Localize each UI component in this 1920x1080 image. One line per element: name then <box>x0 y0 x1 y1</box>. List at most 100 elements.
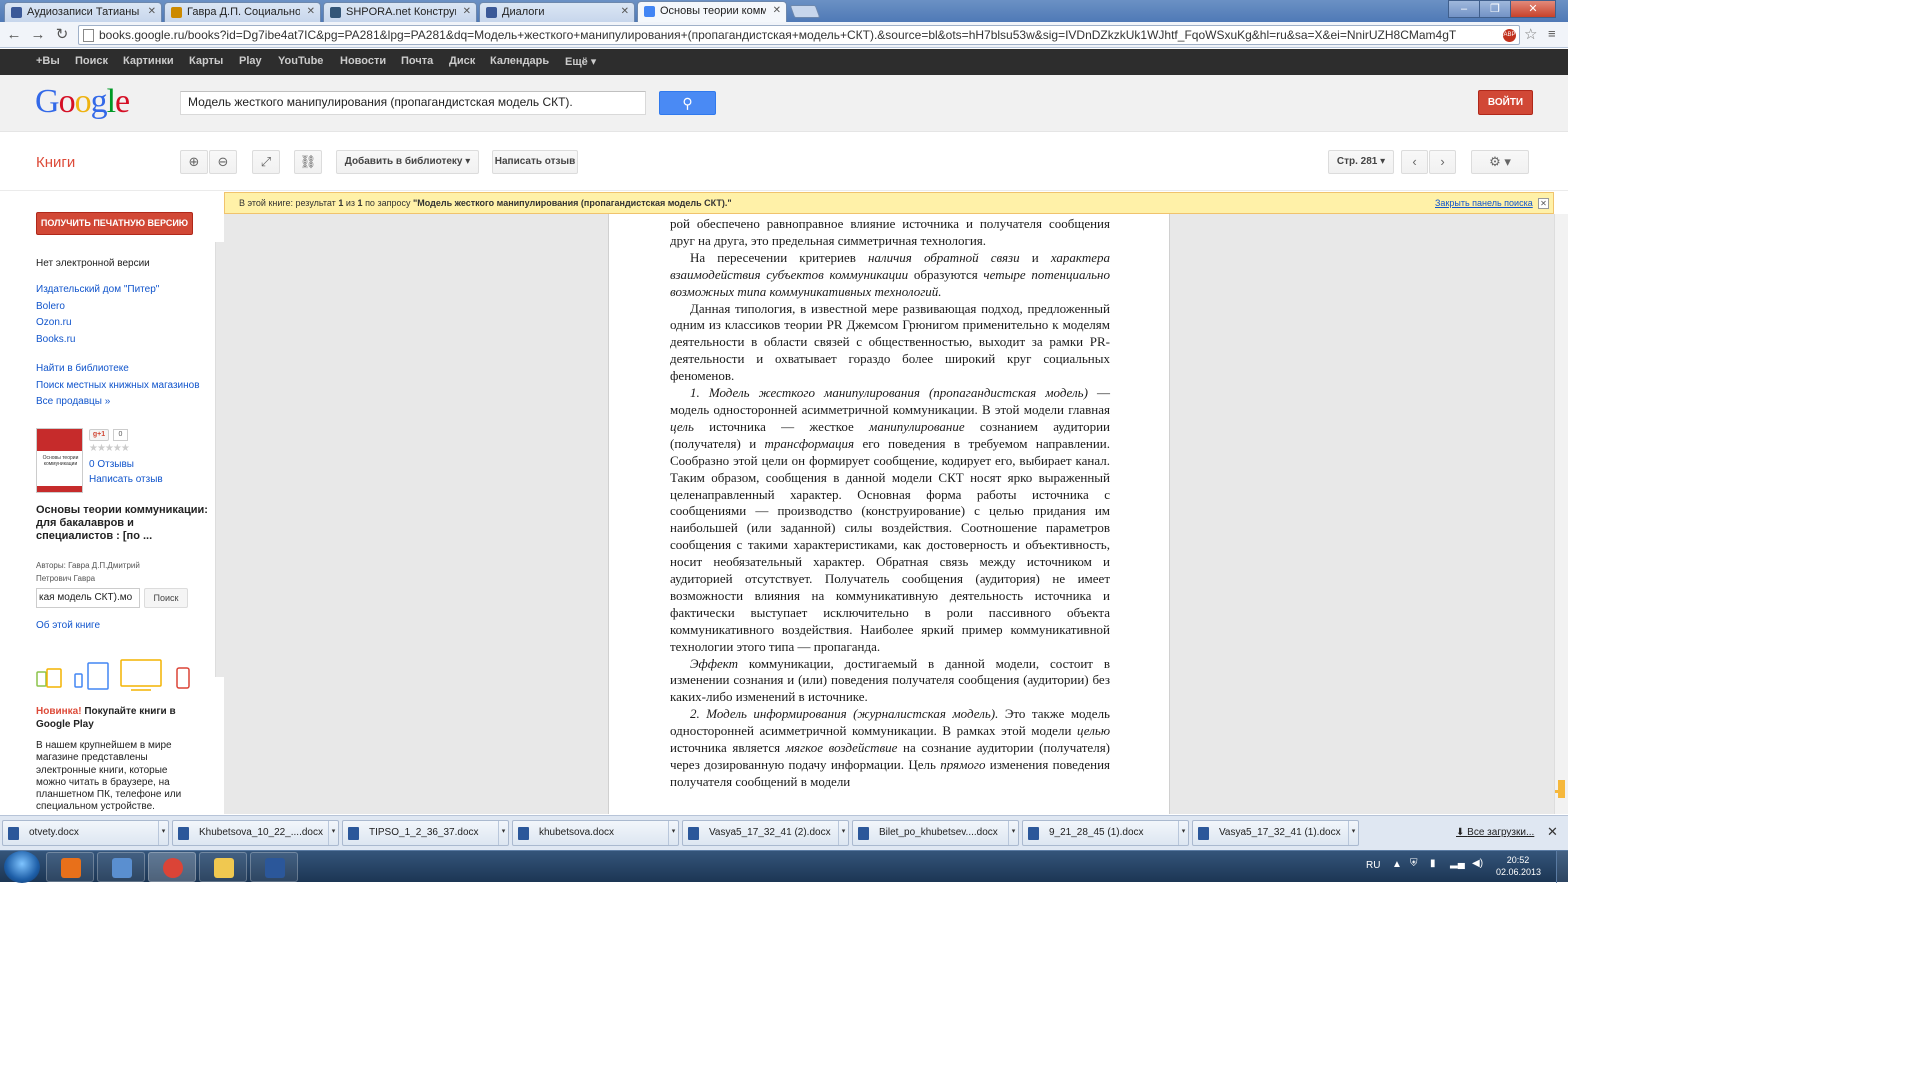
download-item[interactable]: 9_21_28_45 (1).docx ▾ <box>1022 820 1189 846</box>
tab-close-icon[interactable]: ✕ <box>773 2 781 20</box>
signin-button[interactable]: ВОЙТИ <box>1478 90 1533 115</box>
all-downloads-link[interactable]: ⬇ Все загрузки... <box>1456 827 1534 838</box>
taskbar-app-program[interactable] <box>97 852 145 882</box>
network-icon[interactable]: ▮ <box>1430 858 1436 869</box>
new-tab-button[interactable] <box>789 5 821 18</box>
gbar-item[interactable]: +Вы <box>36 55 60 67</box>
search-input[interactable]: Модель жесткого манипулирования (пропага… <box>180 91 646 115</box>
download-item[interactable]: Vasya5_17_32_41 (2).docx ▾ <box>682 820 849 846</box>
download-item[interactable]: Bilet_po_khubetsev....docx ▾ <box>852 820 1019 846</box>
add-to-library-button[interactable]: Добавить в библиотеку ▾ <box>336 150 479 174</box>
gbar-item[interactable]: Картинки <box>123 55 174 67</box>
tab-close-icon[interactable]: ✕ <box>307 3 315 21</box>
adblock-icon[interactable]: ABP <box>1503 29 1516 42</box>
browser-tab[interactable]: SHPORA.net Конструктор ✕ <box>323 2 477 22</box>
write-review-link[interactable]: Написать отзыв <box>89 474 163 485</box>
tab-close-icon[interactable]: ✕ <box>621 3 629 21</box>
address-bar[interactable]: books.google.ru/books?id=Dg7ibe4at7IC&pg… <box>78 25 1520 45</box>
close-window-button[interactable]: ✕ <box>1510 0 1556 18</box>
library-link[interactable]: Поиск местных книжных магазинов <box>36 380 200 391</box>
gbar-item[interactable]: Ещё ▾ <box>565 55 596 68</box>
in-book-search-button[interactable]: Поиск <box>144 588 188 608</box>
browser-tab[interactable]: Основы теории коммуни ✕ <box>637 1 787 22</box>
page-select[interactable]: Стр. 281 ▾ <box>1328 150 1394 174</box>
taskbar-app-word[interactable] <box>250 852 298 882</box>
maximize-button[interactable]: ❐ <box>1479 0 1511 18</box>
back-icon[interactable]: ← <box>4 25 24 45</box>
download-item[interactable]: Khubetsova_10_22_....docx ▾ <box>172 820 339 846</box>
write-review-button[interactable]: Написать отзыв <box>492 150 578 174</box>
bookmark-star-icon[interactable]: ☆ <box>1524 25 1537 43</box>
taskbar-app-media-player[interactable] <box>46 852 94 882</box>
sidebar-scrollbar[interactable] <box>215 242 224 677</box>
antivirus-icon[interactable]: ⛨ <box>1410 858 1418 869</box>
gbar-item[interactable]: Календарь <box>490 55 549 67</box>
download-menu-icon[interactable]: ▾ <box>1178 821 1188 845</box>
download-item[interactable]: TIPSO_1_2_36_37.docx ▾ <box>342 820 509 846</box>
download-item[interactable]: Vasya5_17_32_41 (1).docx ▾ <box>1192 820 1359 846</box>
taskbar-app-chrome[interactable] <box>148 852 196 882</box>
close-search-panel-link[interactable]: Закрыть панель поиска <box>1435 193 1533 213</box>
about-book-link[interactable]: Об этой книге <box>36 620 100 631</box>
download-menu-icon[interactable]: ▾ <box>328 821 338 845</box>
gbar-item[interactable]: Карты <box>189 55 223 67</box>
download-menu-icon[interactable]: ▾ <box>498 821 508 845</box>
google-play-promo[interactable]: Новинка! Покупайте книги в Google Play <box>36 705 208 731</box>
tab-close-icon[interactable]: ✕ <box>148 3 156 21</box>
zoom-in-icon[interactable]: ⊕ <box>180 150 208 174</box>
download-item[interactable]: otvety.docx ▾ <box>2 820 169 846</box>
seller-link[interactable]: Издательский дом "Питер" <box>36 284 159 295</box>
clock[interactable]: 20:52 02.06.2013 <box>1496 854 1541 878</box>
library-link[interactable]: Все продавцы » <box>36 396 110 407</box>
taskbar-app-explorer[interactable] <box>199 852 247 882</box>
forward-icon[interactable]: → <box>28 25 48 45</box>
library-link[interactable]: Найти в библиотеке <box>36 363 129 374</box>
settings-gear-icon[interactable]: ⚙ ▾ <box>1471 150 1529 174</box>
start-button[interactable] <box>4 851 40 883</box>
books-title[interactable]: Книги <box>36 154 75 171</box>
menu-wrench-icon[interactable]: ≡ <box>1548 26 1556 41</box>
reload-icon[interactable]: ↻ <box>52 25 72 45</box>
viewer-scrollbar[interactable] <box>1554 214 1568 814</box>
book-viewer[interactable]: рой обеспечено равноправное влияние исто… <box>224 214 1554 814</box>
seller-link[interactable]: Ozon.ru <box>36 317 72 328</box>
download-menu-icon[interactable]: ▾ <box>158 821 168 845</box>
minimize-button[interactable]: – <box>1448 0 1480 18</box>
download-menu-icon[interactable]: ▾ <box>1348 821 1358 845</box>
google-logo[interactable]: Google <box>35 83 130 121</box>
show-desktop-button[interactable] <box>1556 851 1568 883</box>
get-print-version-button[interactable]: ПОЛУЧИТЬ ПЕЧАТНУЮ ВЕРСИЮ <box>36 212 193 235</box>
gbar-item[interactable]: Поиск <box>75 55 108 67</box>
seller-link[interactable]: Bolero <box>36 301 65 312</box>
in-book-search-input[interactable]: кая модель СКТ).мо <box>36 588 140 608</box>
gbar-item[interactable]: Диск <box>449 55 475 67</box>
fullscreen-icon[interactable]: ⤢ <box>252 150 280 174</box>
tab-close-icon[interactable]: ✕ <box>463 3 471 21</box>
browser-tab[interactable]: Аудиозаписи Татианы Го ✕ <box>4 2 162 22</box>
browser-tab[interactable]: Гавра Д.П. Социально-к ✕ <box>164 2 321 22</box>
zoom-out-icon[interactable]: ⊖ <box>209 150 237 174</box>
close-downloads-icon[interactable]: ✕ <box>1547 824 1558 840</box>
prev-page-icon[interactable]: ‹ <box>1401 150 1428 174</box>
gbar-item[interactable]: Новости <box>340 55 386 67</box>
reviews-link[interactable]: 0 Отзывы <box>89 459 134 470</box>
gbar-item[interactable]: YouTube <box>278 55 323 67</box>
download-menu-icon[interactable]: ▾ <box>1008 821 1018 845</box>
download-item[interactable]: khubetsova.docx ▾ <box>512 820 679 846</box>
close-search-panel-icon[interactable]: ✕ <box>1538 198 1549 209</box>
download-menu-icon[interactable]: ▾ <box>838 821 848 845</box>
seller-link[interactable]: Books.ru <box>36 334 75 345</box>
signal-icon[interactable]: ▂▄ <box>1450 858 1465 869</box>
book-cover[interactable]: Основы теории коммуникации <box>36 428 83 493</box>
search-button[interactable]: ⚲ <box>659 91 716 115</box>
tray-arrow-icon[interactable]: ▲ <box>1392 859 1402 870</box>
browser-tab[interactable]: Диалоги ✕ <box>479 2 635 22</box>
link-icon[interactable]: ⛓ <box>294 150 322 174</box>
gbar-item[interactable]: Play <box>239 55 262 67</box>
gplus-button[interactable]: g+1 <box>89 429 109 441</box>
volume-icon[interactable]: ◀) <box>1472 858 1483 869</box>
download-menu-icon[interactable]: ▾ <box>668 821 678 845</box>
scroll-thumb[interactable] <box>1558 780 1565 798</box>
language-indicator[interactable]: RU <box>1366 860 1380 871</box>
gbar-item[interactable]: Почта <box>401 55 433 67</box>
